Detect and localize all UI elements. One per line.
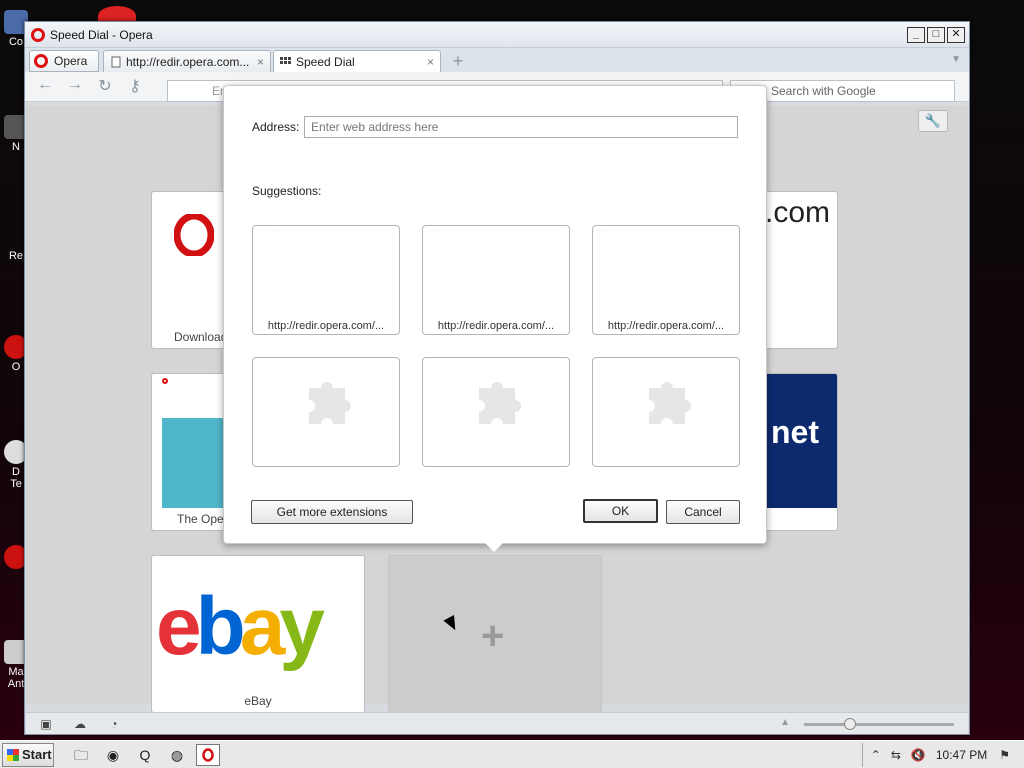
start-label: Start [22,747,52,762]
opera-menu-label: Opera [54,54,88,68]
puzzle-piece-icon [309,382,351,424]
opera-logo-icon [162,378,168,384]
suggestion-tile[interactable]: · · · · · · · · · · · http://redir.opera… [422,225,570,335]
suggestion-label: http://redir.opera.com/... [437,320,555,332]
tab-close-icon[interactable]: × [257,55,264,69]
search-field-placeholder: Search with Google [771,84,876,98]
desktop-label: Ant [7,678,25,690]
key-icon[interactable]: ⚷ [123,76,147,98]
window-title: Speed Dial - Opera [50,27,153,42]
desktop-label: Re [8,250,24,262]
tile-logo-text: net [771,414,819,450]
suggestion-label: http://redir.opera.com/... [607,320,725,332]
firefox-icon[interactable]: ◍ [166,745,188,765]
opera-logo-icon [202,747,214,762]
suggestion-thumbnail: · · · · · · · · · · · [597,228,623,233]
ebay-logo: ebay [156,582,331,672]
suggestion-thumbnail: · · · · · · · · · · · [257,228,283,233]
tab-bar: Opera http://redir.opera.com... × Speed … [25,48,969,72]
zoom-slider[interactable] [804,718,954,730]
dialog-pointer-arrow [485,543,503,552]
network-icon[interactable]: ⇆ [891,748,901,762]
speed-dial-settings-wrench-icon[interactable]: 🔧 [918,110,948,132]
panel-toggle-icon[interactable]: ▣ [38,717,54,731]
zoom-slider-knob[interactable] [844,718,856,730]
tile-label: eBay [244,694,272,708]
desktop-label: D [12,466,20,478]
get-more-extensions-button[interactable]: Get more extensions [251,500,413,524]
window-controls: _ □ ✕ [907,26,965,43]
add-speed-dial-dialog: Address: Suggestions: · · · · · · · · · … [223,85,767,544]
puzzle-piece-icon [479,382,521,424]
svg-text:ebay: ebay [156,582,325,672]
new-tab-icon[interactable]: + [449,52,467,70]
start-button[interactable]: Start [2,742,54,767]
volume-muted-icon[interactable]: 🔇 [911,748,926,762]
dialog-address-input[interactable] [304,116,738,138]
puzzle-piece-icon [649,382,691,424]
reload-icon[interactable]: ↻ [93,76,117,98]
turbo-speedometer-icon[interactable]: ◔ [106,717,122,731]
desktop-label: Ma [8,666,24,678]
opera-logo-icon [31,27,45,42]
speed-dial-grid-icon [280,56,291,64]
suggestion-tile[interactable]: · · · · · · · · · · · http://redir.opera… [592,225,740,335]
zoom-menu-arrow-icon[interactable]: ▲ [780,717,790,728]
plus-icon: + [481,614,505,658]
minimize-button[interactable]: _ [907,26,925,43]
ok-button[interactable]: OK [583,499,658,523]
speed-dial-tile-ebay[interactable]: ebay eBay [151,555,365,713]
tab-close-icon[interactable]: × [427,55,434,69]
status-bar: ▣ ☁ ◔ ▲ [26,712,968,734]
forward-icon[interactable]: → [63,76,87,98]
clock[interactable]: 10:47 PM [936,748,987,762]
speed-dial-add-tile[interactable]: + [388,555,602,713]
suggestion-tile[interactable]: · · · · · · · · · · · http://redir.opera… [252,225,400,335]
address-label: Address: [252,120,300,134]
desktop-label: Co [8,36,24,48]
title-bar[interactable]: Speed Dial - Opera _ □ ✕ [25,22,969,48]
quicktime-icon[interactable]: Q [134,745,156,765]
opera-logo-icon [34,54,48,68]
maximize-button[interactable]: □ [927,26,945,43]
cancel-button[interactable]: Cancel [666,500,740,524]
tab-label: http://redir.opera.com... [126,54,250,69]
action-center-flag-icon[interactable]: ⚑ [999,748,1010,762]
tab-speed-dial[interactable]: Speed Dial × [273,50,441,72]
close-button[interactable]: ✕ [947,26,965,43]
extension-slot[interactable] [252,357,400,467]
back-icon[interactable]: ← [33,76,57,98]
media-player-icon[interactable]: ◉ [102,745,124,765]
tab-redir[interactable]: http://redir.opera.com... × [103,50,271,72]
opera-logo-icon [174,214,214,256]
tab-menu-chevron-icon[interactable]: ▼ [951,54,961,65]
system-tray: ⌃ ⇆ 🔇 10:47 PM ⚑ [861,743,1020,767]
explorer-folder-icon[interactable]: 🗀 [70,745,92,765]
taskbar: Start 🗀 ◉ Q ◍ ⌃ ⇆ 🔇 10:47 PM ⚑ [0,740,1024,768]
tab-label: Speed Dial [296,54,355,69]
desktop-label: O [11,361,21,373]
show-hidden-icons-chevron-icon[interactable]: ⌃ [871,748,881,762]
desktop-label: N [12,141,20,153]
extension-slot[interactable] [592,357,740,467]
page-icon [111,56,121,67]
windows-flag-icon [7,748,19,761]
tile-logo-text: .com [765,196,831,229]
desktop-label: Te [10,478,22,490]
opera-menu-button[interactable]: Opera [29,50,99,72]
suggestion-thumbnail: · · · · · · · · · · · [427,228,453,233]
tile-thumbnail-image [162,418,226,508]
taskbar-opera-button[interactable] [196,743,220,766]
extension-slot[interactable] [422,357,570,467]
suggestion-label: http://redir.opera.com/... [267,320,385,332]
opera-unite-cloud-icon[interactable]: ☁ [72,717,88,731]
suggestions-label: Suggestions: [252,184,322,198]
